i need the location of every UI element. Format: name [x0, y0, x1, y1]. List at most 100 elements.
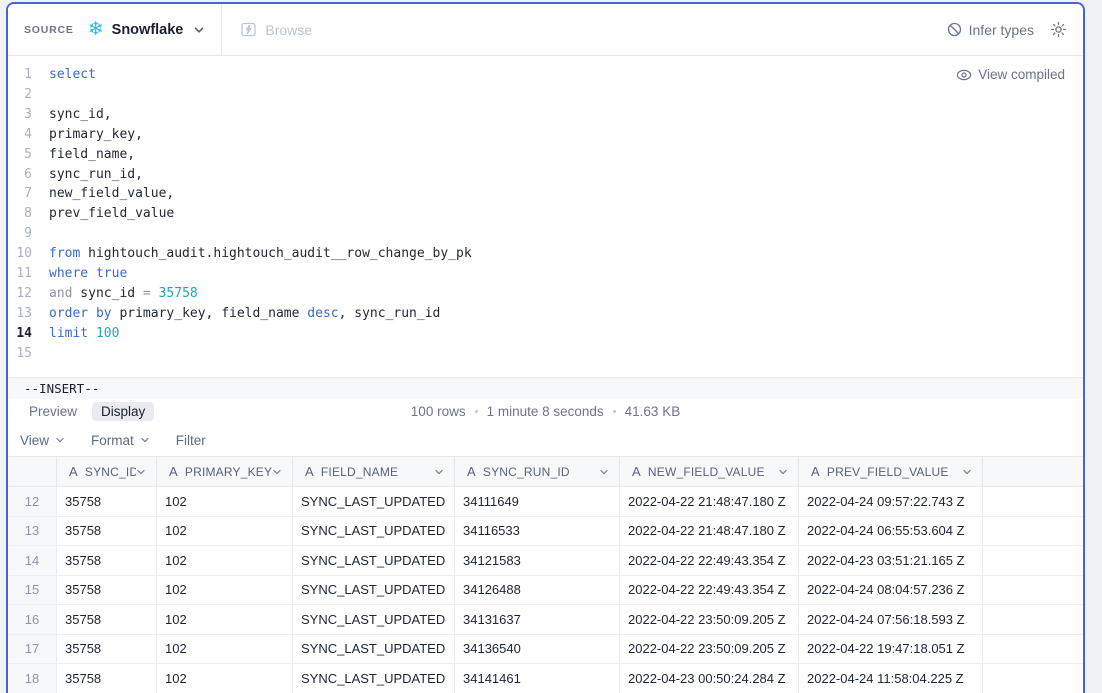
- column-header-new_field_value[interactable]: ANEW_FIELD_VALUE: [619, 457, 798, 486]
- toolbar-label: Filter: [176, 433, 206, 448]
- editor-line[interactable]: 10from hightouch_audit.hightouch_audit__…: [8, 244, 1083, 264]
- table-row[interactable]: 1535758102SYNC_LAST_UPDATED341264882022-…: [8, 576, 1083, 606]
- tab-display[interactable]: Display: [92, 402, 154, 421]
- editor-line[interactable]: 7new_field_value,: [8, 184, 1083, 204]
- editor-line[interactable]: 11where true: [8, 264, 1083, 284]
- cell-filler: [982, 546, 1083, 575]
- code-token: from: [49, 246, 80, 261]
- editor-line[interactable]: 1select: [8, 65, 1083, 85]
- chevron-down-icon[interactable]: [778, 467, 788, 477]
- cell-primary_key[interactable]: 102: [156, 576, 292, 605]
- table-row[interactable]: 1435758102SYNC_LAST_UPDATED341215832022-…: [8, 546, 1083, 576]
- cell-filler: [982, 635, 1083, 664]
- toolbar-view-button[interactable]: View: [20, 433, 65, 448]
- cell-sync_id[interactable]: 35758: [56, 605, 156, 634]
- source-selector[interactable]: ❄ Snowflake: [88, 20, 206, 39]
- cell-prev_field_value[interactable]: 2022-04-24 07:56:18.593 Z: [798, 605, 982, 634]
- cell-field_name[interactable]: SYNC_LAST_UPDATED: [292, 635, 454, 664]
- cell-sync_run_id[interactable]: 34141461: [454, 664, 619, 693]
- column-header-sync_run_id[interactable]: ASYNC_RUN_ID: [454, 457, 619, 486]
- string-type-icon: A: [169, 464, 178, 479]
- table-row[interactable]: 1635758102SYNC_LAST_UPDATED341316372022-…: [8, 605, 1083, 635]
- row-number: 16: [8, 605, 56, 634]
- code-token: [88, 306, 96, 321]
- browse-button[interactable]: Browse: [240, 21, 312, 38]
- editor-line[interactable]: 9: [8, 224, 1083, 244]
- cell-new_field_value[interactable]: 2022-04-22 23:50:09.205 Z: [619, 635, 798, 664]
- cell-sync_run_id[interactable]: 34126488: [454, 576, 619, 605]
- view-compiled-button[interactable]: View compiled: [956, 65, 1065, 85]
- cell-field_name[interactable]: SYNC_LAST_UPDATED: [292, 546, 454, 575]
- editor-line[interactable]: 13order by primary_key, field_name desc,…: [8, 304, 1083, 324]
- cell-sync_id[interactable]: 35758: [56, 635, 156, 664]
- cell-new_field_value[interactable]: 2022-04-23 00:50:24.284 Z: [619, 664, 798, 693]
- cell-prev_field_value[interactable]: 2022-04-22 19:47:18.051 Z: [798, 635, 982, 664]
- toolbar-filter-button[interactable]: Filter: [176, 433, 206, 448]
- cell-prev_field_value[interactable]: 2022-04-24 06:55:53.604 Z: [798, 517, 982, 546]
- editor-line[interactable]: 6sync_run_id,: [8, 165, 1083, 185]
- row-number: 13: [8, 517, 56, 546]
- editor-line[interactable]: 2: [8, 85, 1083, 105]
- cell-field_name[interactable]: SYNC_LAST_UPDATED: [292, 517, 454, 546]
- cell-new_field_value[interactable]: 2022-04-22 23:50:09.205 Z: [619, 605, 798, 634]
- toolbar-format-button[interactable]: Format: [91, 433, 150, 448]
- cell-field_name[interactable]: SYNC_LAST_UPDATED: [292, 664, 454, 693]
- table-row[interactable]: 1335758102SYNC_LAST_UPDATED341165332022-…: [8, 517, 1083, 547]
- cell-sync_run_id[interactable]: 34136540: [454, 635, 619, 664]
- cell-sync_id[interactable]: 35758: [56, 664, 156, 693]
- editor-line[interactable]: 15: [8, 344, 1083, 364]
- editor-line[interactable]: 8prev_field_value: [8, 204, 1083, 224]
- column-header-primary_key[interactable]: APRIMARY_KEY: [156, 457, 292, 486]
- column-header-sync_id[interactable]: ASYNC_ID: [56, 457, 156, 486]
- cell-new_field_value[interactable]: 2022-04-22 21:48:47.180 Z: [619, 517, 798, 546]
- chevron-down-icon[interactable]: [272, 467, 282, 477]
- cell-prev_field_value[interactable]: 2022-04-24 09:57:22.743 Z: [798, 487, 982, 516]
- editor-line[interactable]: 14limit 100: [8, 324, 1083, 344]
- cell-primary_key[interactable]: 102: [156, 635, 292, 664]
- cell-prev_field_value[interactable]: 2022-04-24 08:04:57.236 Z: [798, 576, 982, 605]
- cell-sync_run_id[interactable]: 34111649: [454, 487, 619, 516]
- chevron-down-icon[interactable]: [136, 467, 146, 477]
- tab-preview[interactable]: Preview: [20, 402, 86, 421]
- table-row[interactable]: 1235758102SYNC_LAST_UPDATED341116492022-…: [8, 487, 1083, 517]
- cell-new_field_value[interactable]: 2022-04-22 21:48:47.180 Z: [619, 487, 798, 516]
- cell-sync_id[interactable]: 35758: [56, 546, 156, 575]
- editor-line[interactable]: 5field_name,: [8, 145, 1083, 165]
- chevron-down-icon[interactable]: [599, 467, 609, 477]
- table-row[interactable]: 1835758102SYNC_LAST_UPDATED341414612022-…: [8, 664, 1083, 693]
- code-token: true: [96, 266, 127, 281]
- cell-field_name[interactable]: SYNC_LAST_UPDATED: [292, 605, 454, 634]
- cell-primary_key[interactable]: 102: [156, 517, 292, 546]
- cell-primary_key[interactable]: 102: [156, 487, 292, 516]
- editor-line[interactable]: 12and sync_id = 35758: [8, 284, 1083, 304]
- infer-types-button[interactable]: Infer types: [947, 22, 1034, 38]
- cell-sync_id[interactable]: 35758: [56, 576, 156, 605]
- chevron-down-icon[interactable]: [434, 467, 444, 477]
- toolbar-label: Format: [91, 433, 134, 448]
- cell-new_field_value[interactable]: 2022-04-22 22:49:43.354 Z: [619, 576, 798, 605]
- cell-sync_run_id[interactable]: 34121583: [454, 546, 619, 575]
- cell-field_name[interactable]: SYNC_LAST_UPDATED: [292, 576, 454, 605]
- cell-primary_key[interactable]: 102: [156, 605, 292, 634]
- editor-line[interactable]: 4primary_key,: [8, 125, 1083, 145]
- code-token: , sync_run_id: [339, 306, 441, 321]
- cell-sync_id[interactable]: 35758: [56, 487, 156, 516]
- cell-sync_run_id[interactable]: 34131637: [454, 605, 619, 634]
- column-header-field_name[interactable]: AFIELD_NAME: [292, 457, 454, 486]
- cell-field_name[interactable]: SYNC_LAST_UPDATED: [292, 487, 454, 516]
- table-row[interactable]: 1735758102SYNC_LAST_UPDATED341365402022-…: [8, 635, 1083, 665]
- code-token: [88, 326, 96, 341]
- cell-primary_key[interactable]: 102: [156, 664, 292, 693]
- cell-primary_key[interactable]: 102: [156, 546, 292, 575]
- cell-prev_field_value[interactable]: 2022-04-24 11:58:04.225 Z: [798, 664, 982, 693]
- column-header-prev_field_value[interactable]: APREV_FIELD_VALUE: [798, 457, 982, 486]
- divider: [221, 4, 222, 55]
- cell-prev_field_value[interactable]: 2022-04-23 03:51:21.165 Z: [798, 546, 982, 575]
- cell-new_field_value[interactable]: 2022-04-22 22:49:43.354 Z: [619, 546, 798, 575]
- cell-sync_run_id[interactable]: 34116533: [454, 517, 619, 546]
- chevron-down-icon[interactable]: [962, 467, 972, 477]
- settings-gear-icon[interactable]: [1050, 21, 1067, 38]
- cell-sync_id[interactable]: 35758: [56, 517, 156, 546]
- editor-line[interactable]: 3sync_id,: [8, 105, 1083, 125]
- sql-editor[interactable]: View compiled 1select2 3sync_id,4primary…: [8, 56, 1083, 377]
